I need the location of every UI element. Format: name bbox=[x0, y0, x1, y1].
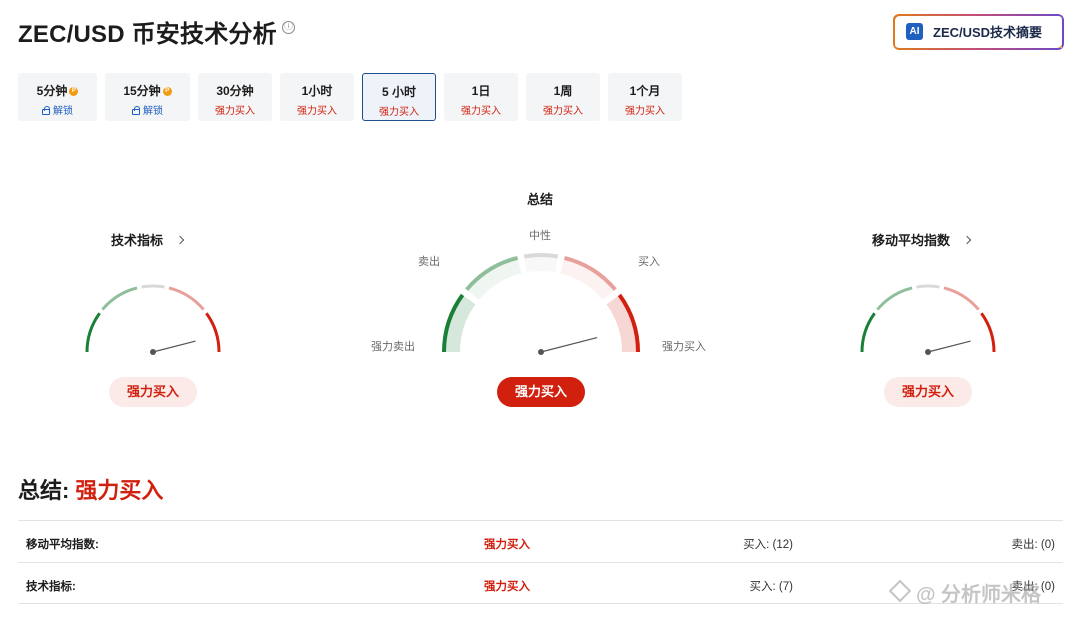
tab-1mo[interactable]: 1个月 强力买入 bbox=[608, 73, 682, 121]
row-signal: 强力买入 bbox=[484, 539, 530, 551]
summary-value: 强力买入 bbox=[75, 478, 164, 503]
tab-label: 1小时 bbox=[301, 84, 333, 98]
tab-sub: 强力买入 bbox=[297, 106, 337, 117]
tab-sub: 强力买入 bbox=[625, 106, 665, 117]
gauge-needle bbox=[540, 336, 598, 353]
gauge-zone-neutral bbox=[141, 284, 165, 289]
watermark-logo-icon bbox=[888, 579, 912, 603]
ai-icon: AI bbox=[906, 23, 923, 40]
zone-label-neutral: 中性 bbox=[529, 230, 551, 242]
moving-averages-signal-badge: 强力买入 bbox=[884, 377, 972, 407]
moving-averages-title: 移动平均指数 bbox=[872, 233, 951, 248]
gauge-zone-strong-buy bbox=[205, 312, 221, 353]
technical-title: 技术指标 bbox=[111, 233, 164, 248]
summary-heading: 总结: 强力买入 bbox=[18, 473, 163, 505]
tab-label: 1日 bbox=[471, 84, 491, 98]
summary-gauge-title: 总结 bbox=[526, 192, 553, 207]
summary-signal-badge: 强力买入 bbox=[497, 377, 585, 407]
gauge-zone-neutral bbox=[916, 284, 940, 289]
technical-signal-badge: 强力买入 bbox=[109, 377, 197, 407]
gauge-zone-strong-sell bbox=[860, 312, 876, 353]
tab-5h[interactable]: 5 小时 强力买入 bbox=[362, 73, 436, 121]
watermark: @ 分析师米格 bbox=[888, 578, 1042, 607]
gauge-needle-pivot bbox=[150, 349, 156, 355]
gauge-zone-strong-buy bbox=[980, 312, 996, 353]
moving-averages-gauge bbox=[860, 284, 996, 355]
gauge-needle-pivot bbox=[925, 349, 931, 355]
lock-icon bbox=[132, 106, 140, 115]
tab-label: 1个月 bbox=[629, 84, 661, 98]
row-sell-count: 卖出: (0) bbox=[1011, 539, 1055, 551]
chevron-right-icon bbox=[175, 235, 185, 245]
pro-icon: P bbox=[69, 87, 79, 96]
summary-label: 总结: bbox=[18, 478, 70, 503]
gauge-zone-strong-sell bbox=[85, 312, 101, 353]
chevron-right-icon bbox=[962, 235, 972, 245]
tab-sub: 强力买入 bbox=[379, 107, 419, 118]
tab-sub: 解锁 bbox=[53, 106, 73, 117]
row-name: 移动平均指数: bbox=[26, 539, 99, 551]
gauge-zone-buy bbox=[943, 286, 980, 311]
tab-1h[interactable]: 1小时 强力买入 bbox=[280, 73, 354, 121]
tab-30m[interactable]: 30分钟 强力买入 bbox=[198, 73, 272, 121]
row-signal: 强力买入 bbox=[484, 581, 530, 593]
table-row: 移动平均指数: 强力买入 买入: (12) 卖出: (0) bbox=[18, 520, 1063, 562]
watermark-text: @ 分析师米格 bbox=[916, 584, 1042, 606]
tab-sub: 解锁 bbox=[143, 106, 163, 117]
row-buy-count: 买入: (7) bbox=[749, 581, 793, 593]
gauge-zone-buy bbox=[168, 286, 205, 311]
tab-1d[interactable]: 1日 强力买入 bbox=[444, 73, 518, 121]
ai-summary-button[interactable]: AI ZEC/USD技术摘要 bbox=[893, 14, 1063, 49]
tab-5m[interactable]: 5分钟 P 解锁 bbox=[18, 73, 97, 121]
row-name: 技术指标: bbox=[26, 581, 76, 593]
gauge-zone-sell bbox=[101, 286, 138, 311]
lock-icon bbox=[42, 106, 50, 115]
gauge-zone-sell bbox=[876, 286, 913, 311]
zone-label-strong-buy: 强力买入 bbox=[662, 341, 706, 353]
zone-label-strong-sell: 强力卖出 bbox=[371, 341, 415, 353]
tab-sub: 强力买入 bbox=[543, 106, 583, 117]
gauge-needle bbox=[927, 340, 971, 353]
info-icon[interactable]: ⓘ bbox=[282, 21, 295, 34]
tab-label: 1周 bbox=[553, 84, 573, 98]
ai-summary-label: ZEC/USD技术摘要 bbox=[933, 25, 1043, 40]
gauge-needle bbox=[152, 340, 196, 353]
row-buy-count: 买入: (12) bbox=[743, 539, 793, 551]
zone-label-sell: 卖出 bbox=[418, 256, 440, 268]
technical-gauge bbox=[85, 284, 221, 355]
gauge-zone-neutral bbox=[523, 253, 559, 259]
tab-label: 5分钟 bbox=[36, 84, 68, 98]
tab-1w[interactable]: 1周 强力买入 bbox=[526, 73, 600, 121]
gauge-needle-pivot bbox=[538, 349, 544, 355]
zone-label-buy: 买入 bbox=[638, 256, 660, 268]
tab-15m[interactable]: 15分钟 P 解锁 bbox=[105, 73, 190, 121]
tab-sub: 强力买入 bbox=[215, 106, 255, 117]
tab-label: 15分钟 bbox=[123, 84, 161, 98]
technical-indicators-link[interactable]: 技术指标 bbox=[111, 230, 185, 249]
tab-label: 30分钟 bbox=[216, 84, 254, 98]
pro-icon: P bbox=[162, 87, 172, 96]
moving-averages-link[interactable]: 移动平均指数 bbox=[872, 230, 972, 249]
tab-label: 5 小时 bbox=[381, 85, 416, 99]
page-title: ZEC/USD 币安技术分析 bbox=[18, 21, 277, 48]
summary-gauge bbox=[442, 253, 640, 355]
tab-sub: 强力买入 bbox=[461, 106, 501, 117]
